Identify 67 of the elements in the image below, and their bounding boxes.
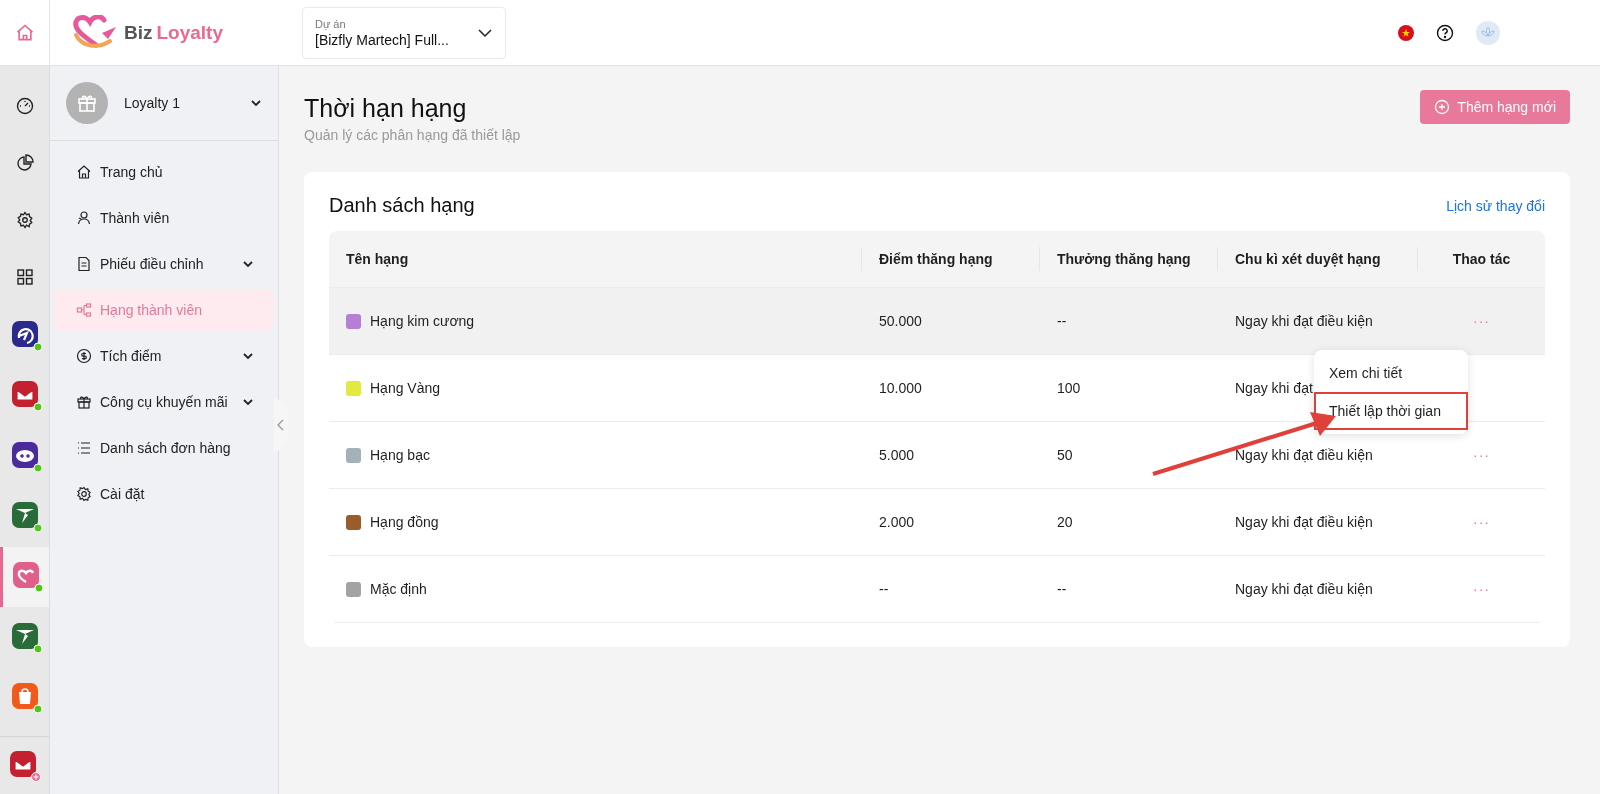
table-cell: Ngay khi đạt [1235, 380, 1313, 396]
column-header: Điểm thăng hạng [862, 247, 1040, 271]
sidebar-item[interactable]: Trang chủ [54, 151, 274, 193]
history-link[interactable]: Lịch sử thay đổi [1446, 197, 1545, 214]
table-cell: 50.000 [879, 313, 922, 329]
table-cell: Hạng kim cương [370, 313, 475, 329]
sidebar-item[interactable]: Phiếu điều chỉnh [54, 243, 274, 285]
table-cell: Hạng Vàng [370, 380, 441, 396]
page-title: Thời hạn hạng [304, 94, 468, 123]
column-header: Thưởng thăng hạng [1040, 247, 1218, 271]
sidebar-item[interactable]: Thành viên [54, 197, 274, 239]
user-icon [76, 210, 92, 226]
menu-item[interactable]: Thiết lập thời gian [1314, 392, 1468, 430]
chevron-left-icon [277, 419, 285, 431]
project-select[interactable]: Dự án [Bizfly Martech] Full... [302, 6, 506, 59]
table-cell: 5.000 [879, 447, 915, 463]
table-cell: 2.000 [879, 514, 915, 530]
list-icon [76, 440, 92, 456]
home-icon [76, 164, 92, 180]
table-cell: Hạng đồng [370, 514, 439, 530]
plus-circle-icon [1434, 99, 1451, 115]
sidebar-item[interactable]: Tích điểm [54, 335, 274, 377]
grid-icon[interactable] [16, 269, 33, 286]
hierarchy-icon [76, 302, 92, 318]
gauge-icon[interactable] [15, 97, 34, 116]
settings-icon [76, 486, 92, 502]
column-header: Chu kì xét duyệt hạng [1218, 247, 1418, 271]
card-title: Danh sách hạng [329, 194, 475, 217]
table-cell: 10.000 [879, 380, 922, 396]
help-icon[interactable] [1436, 23, 1454, 42]
gift-avatar-icon [66, 82, 108, 124]
app-icon[interactable] [10, 440, 43, 473]
menu-item[interactable]: Xem chi tiết [1314, 354, 1468, 392]
app-icon[interactable] [10, 621, 43, 654]
account-name[interactable]: Loyalty 1 [124, 95, 234, 111]
flag-icon[interactable] [1398, 24, 1414, 41]
app-icon[interactable] [10, 319, 43, 352]
sidebar-item[interactable]: Công cụ khuyến mãi [54, 381, 274, 423]
pie-chart-icon[interactable] [15, 154, 34, 173]
table-cell: 50 [1057, 447, 1073, 463]
brand-name: Biz [124, 21, 153, 44]
table-cell: -- [1057, 313, 1067, 329]
page-subtitle: Quản lý các phân hạng đã thiết lập [304, 127, 521, 143]
sidebar-item[interactable]: Danh sách đơn hàng [54, 427, 274, 469]
table-cell: -- [1057, 581, 1067, 597]
table-cell: -- [879, 581, 889, 597]
table-cell: Ngay khi đạt điều kiện [1235, 447, 1373, 463]
sidebar-item[interactable]: Cài đặt [54, 473, 274, 515]
table-cell: Mặc định [370, 581, 427, 597]
table-cell: 100 [1057, 380, 1081, 396]
table-cell: Ngay khi đạt điều kiện [1235, 581, 1373, 597]
chevron-down-icon[interactable] [250, 97, 262, 109]
gift-icon [76, 394, 92, 410]
column-header: Thao tác [1451, 250, 1512, 269]
document-icon [76, 256, 92, 272]
home-icon[interactable] [14, 22, 35, 43]
column-header: Tên hạng [329, 247, 862, 271]
add-app-icon[interactable] [8, 749, 41, 782]
table-cell: Hạng bạc [370, 447, 430, 463]
table-cell: 20 [1057, 514, 1073, 530]
brand-name: Loyalty [156, 21, 224, 44]
settings-icon[interactable] [15, 211, 34, 230]
table-cell: Ngay khi đạt điều kiện [1235, 313, 1373, 329]
table-cell: Ngay khi đạt điều kiện [1235, 514, 1373, 530]
dollar-icon [76, 348, 92, 364]
app-icon[interactable] [10, 380, 43, 413]
app-icon[interactable] [10, 500, 43, 533]
